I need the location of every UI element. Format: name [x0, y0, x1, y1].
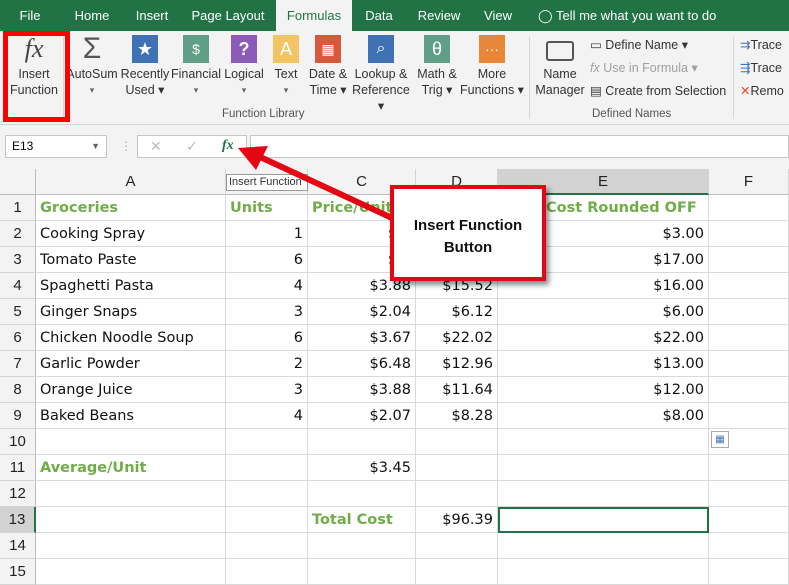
- annotation-arrow: [238, 146, 394, 221]
- highlight-box: [3, 31, 70, 122]
